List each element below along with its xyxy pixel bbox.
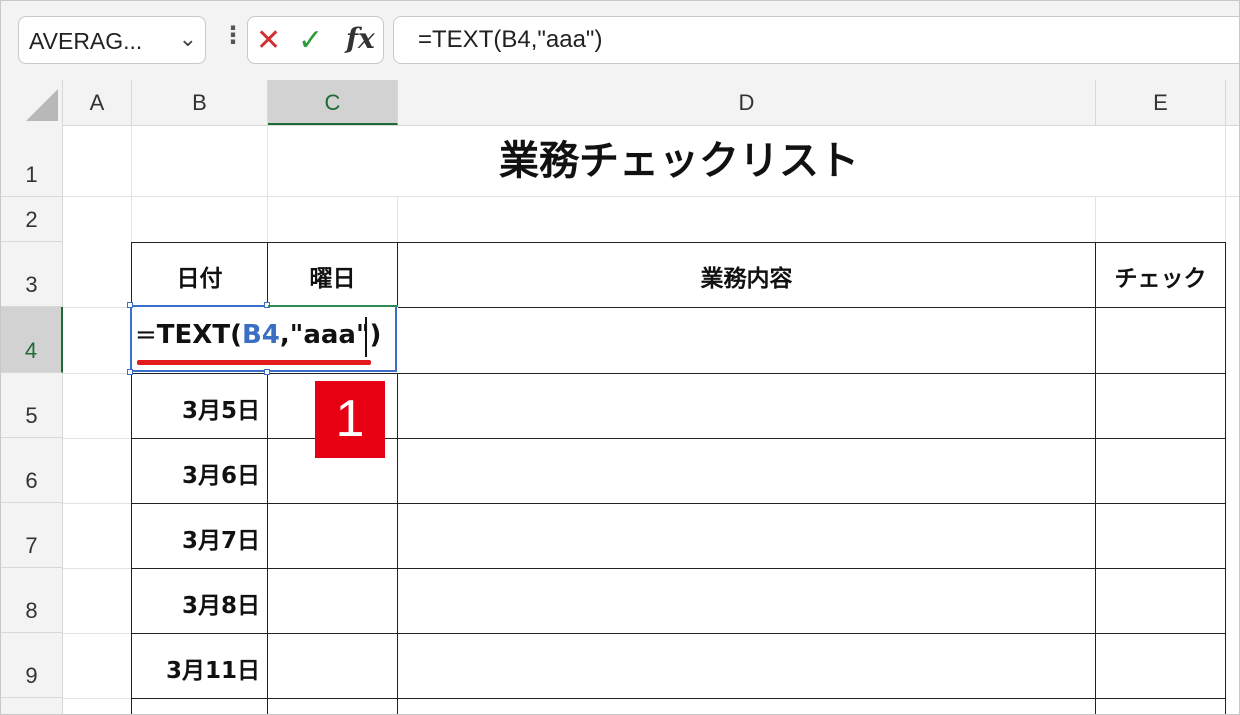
table-border: [131, 698, 1226, 699]
selection-handle[interactable]: [127, 369, 133, 375]
cell-formula-text[interactable]: =TEXT(B4,"aaa"): [135, 320, 381, 350]
date-cell[interactable]: 3月8日: [132, 586, 260, 620]
column-header-c[interactable]: C: [268, 80, 398, 125]
date-cell[interactable]: 3月6日: [132, 456, 260, 490]
vertical-dots-icon[interactable]: ⋮: [221, 23, 245, 47]
select-all-icon: [26, 89, 58, 121]
formula-input[interactable]: =TEXT(B4,"aaa"): [393, 16, 1239, 64]
table-border: [131, 373, 1226, 374]
selection-handle[interactable]: [127, 302, 133, 308]
row-header-9[interactable]: 9: [1, 633, 63, 698]
row-header-3[interactable]: 3: [1, 242, 63, 307]
step-badge: 1: [315, 381, 385, 458]
row-header-5[interactable]: 5: [1, 373, 63, 438]
column-header-b[interactable]: B: [132, 80, 268, 125]
header-task[interactable]: 業務内容: [398, 259, 1095, 293]
date-cell[interactable]: 3月5日: [132, 391, 260, 425]
gridline: [63, 373, 131, 374]
date-cell[interactable]: 3月7日: [132, 521, 260, 555]
header-check[interactable]: チェック: [1096, 259, 1225, 293]
table-border: [1225, 242, 1226, 714]
table-border: [1095, 242, 1096, 714]
table-border: [131, 633, 1226, 634]
table-border: [131, 242, 1226, 243]
chevron-down-icon[interactable]: ⌄: [179, 27, 197, 52]
name-box[interactable]: AVERAG... ⌄: [18, 16, 206, 64]
gridline: [63, 438, 131, 439]
column-header-d[interactable]: D: [398, 80, 1096, 125]
table-border: [131, 438, 1226, 439]
gridline: [63, 307, 131, 308]
gridline: [63, 633, 131, 634]
header-date[interactable]: 日付: [132, 259, 267, 293]
date-cell[interactable]: 3月11日: [132, 651, 260, 685]
table-border: [131, 503, 1226, 504]
gridline: [63, 503, 131, 504]
select-all-button[interactable]: [1, 80, 63, 125]
text-caret: [365, 317, 367, 357]
excel-window: AVERAG... ⌄ ⋮ ✕ ✓ fx =TEXT(B4,"aaa") A B…: [0, 0, 1240, 715]
formula-buttons: ✕ ✓ fx: [247, 16, 384, 64]
gridline: [63, 568, 131, 569]
row-header-1[interactable]: 1: [1, 125, 63, 197]
column-header-e[interactable]: E: [1096, 80, 1226, 125]
row-header-8[interactable]: 8: [1, 568, 63, 633]
formula-text: =TEXT(B4,"aaa"): [418, 26, 603, 53]
header-weekday[interactable]: 曜日: [268, 259, 397, 293]
selection-handle[interactable]: [264, 369, 270, 375]
table-border: [131, 568, 1226, 569]
gridline: [1095, 197, 1096, 242]
check-icon[interactable]: ✓: [298, 23, 323, 58]
row-header-7[interactable]: 7: [1, 503, 63, 568]
insert-function-button[interactable]: fx: [346, 22, 375, 55]
row-header-2[interactable]: 2: [1, 197, 63, 242]
row-header-10[interactable]: [1, 698, 63, 714]
name-box-value: AVERAG...: [29, 28, 143, 54]
gridline: [397, 197, 398, 242]
reference-highlight: [268, 305, 398, 307]
sheet-title[interactable]: 業務チェックリスト: [132, 125, 1226, 197]
row-header-4[interactable]: 4: [1, 307, 63, 373]
annotation-underline: [137, 360, 371, 365]
close-icon[interactable]: ✕: [256, 23, 281, 58]
row-header-6[interactable]: 6: [1, 438, 63, 503]
gridline: [63, 698, 131, 699]
column-header-a[interactable]: A: [63, 80, 132, 125]
cell-reference: B4: [241, 320, 280, 350]
